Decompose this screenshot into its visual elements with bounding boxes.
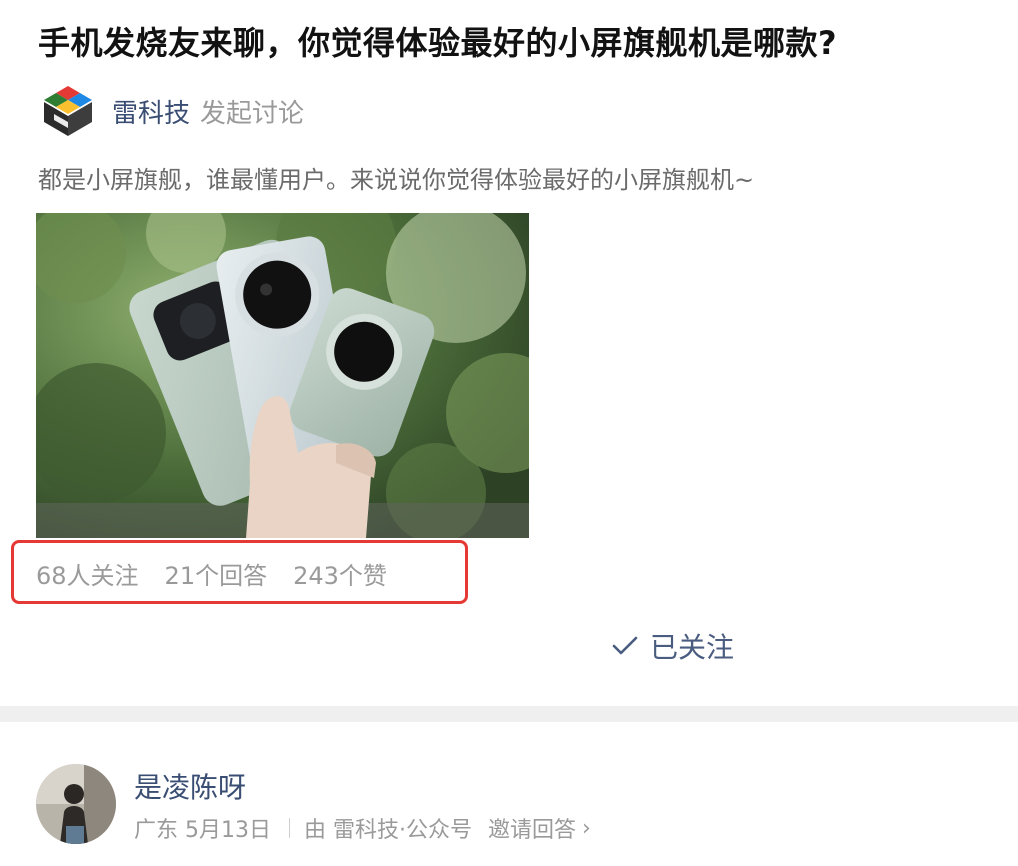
question-author-name[interactable]: 雷科技 <box>112 93 190 130</box>
question-author-row[interactable]: 雷科技 发起讨论 <box>40 84 304 138</box>
answer-author-name[interactable]: 是凌陈呀 <box>134 766 246 806</box>
meta-separator <box>289 818 290 838</box>
answer-source[interactable]: 由 雷科技·公众号 <box>304 812 472 844</box>
phones-photo-image <box>36 213 529 538</box>
question-title: 手机发烧友来聊，你觉得体验最好的小屏旗舰机是哪款? <box>38 24 838 62</box>
question-photo[interactable] <box>36 213 529 538</box>
question-stats: 68人关注 21个回答 243个赞 <box>36 556 387 591</box>
question-description: 都是小屏旗舰，谁最懂用户。来说说你觉得体验最好的小屏旗舰机~ <box>38 166 755 194</box>
avatar[interactable] <box>36 764 116 844</box>
leikeji-logo-icon <box>44 86 92 136</box>
answer-meta: 广东 5月13日 由 雷科技·公众号 邀请回答 › <box>134 812 591 844</box>
check-icon <box>612 636 638 655</box>
section-divider <box>0 706 1018 722</box>
invite-answer-link[interactable]: 邀请回答 <box>488 812 576 844</box>
followed-button-label: 已关注 <box>650 631 735 664</box>
question-page: 手机发烧友来聊，你觉得体验最好的小屏旗舰机是哪款? 雷科技 发起讨论 都是小屏旗… <box>0 0 1018 866</box>
followers-count[interactable]: 68人关注 <box>36 556 139 591</box>
answer-location-date: 广东 5月13日 <box>134 818 271 843</box>
avatar-image <box>36 764 116 844</box>
question-author-action: 发起讨论 <box>200 98 305 129</box>
likes-count: 243个赞 <box>293 562 387 590</box>
chevron-right-icon: › <box>582 815 591 841</box>
followed-button[interactable]: 已关注 <box>612 626 734 666</box>
answers-count[interactable]: 21个回答 <box>165 556 268 591</box>
